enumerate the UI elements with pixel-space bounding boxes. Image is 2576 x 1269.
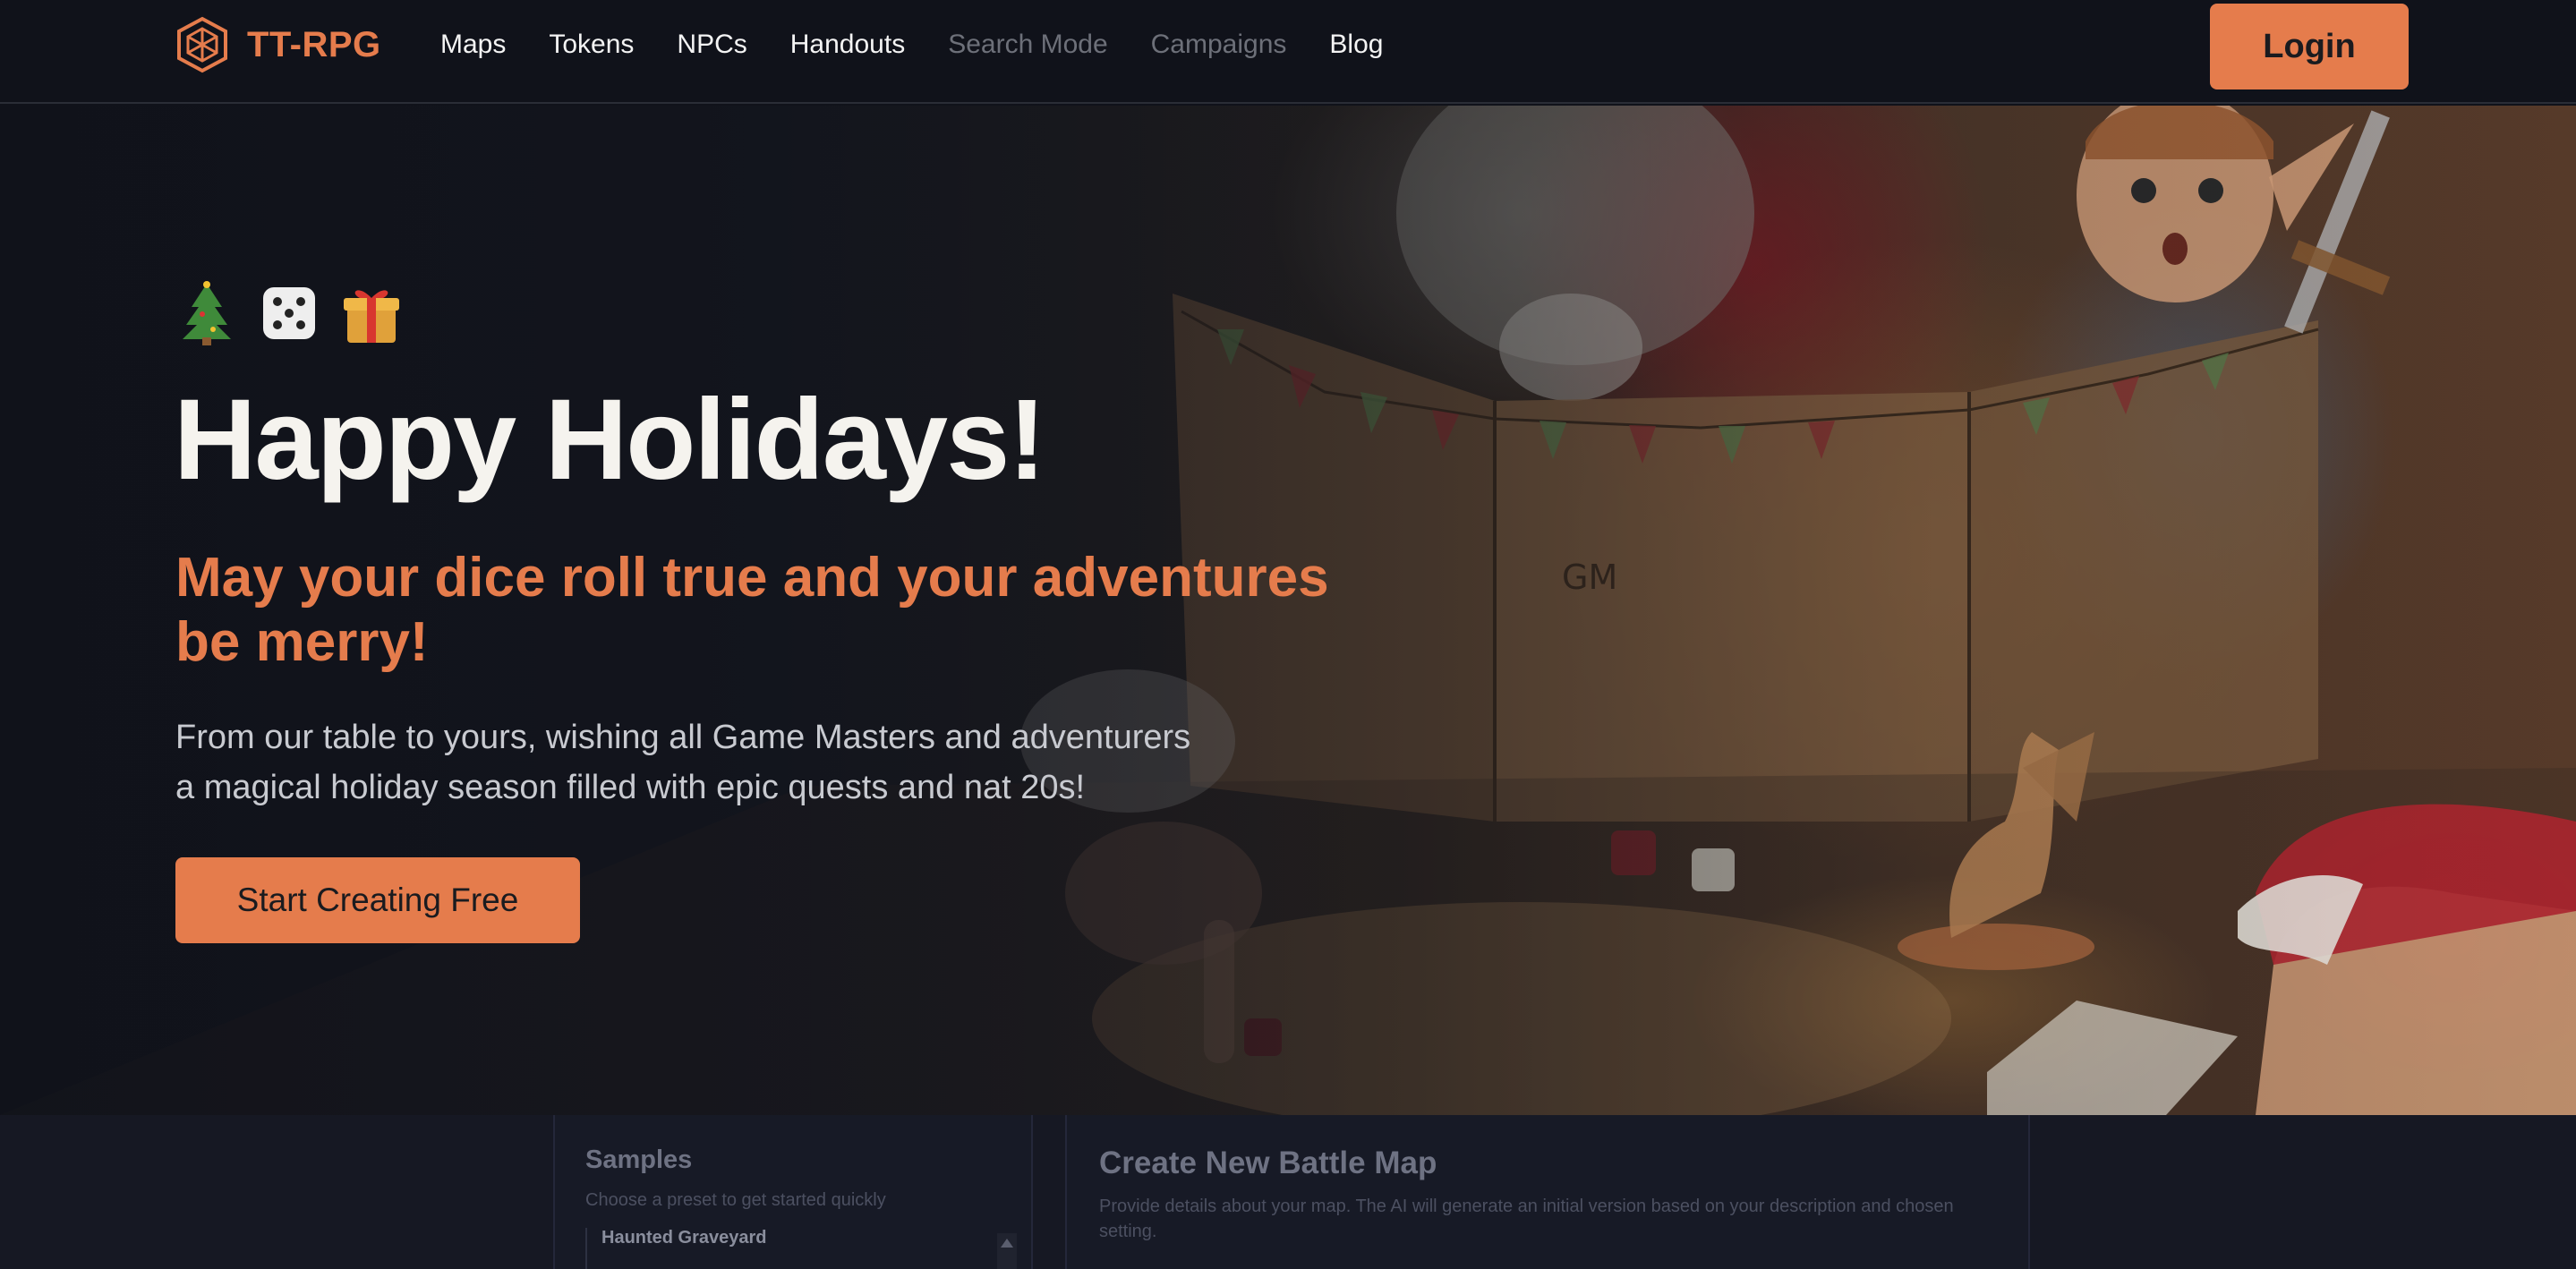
samples-title: Samples [585, 1146, 693, 1174]
scroll-up-icon[interactable] [997, 1233, 1017, 1269]
hero-title: Happy Holidays! [174, 376, 1046, 504]
hero-subtitle: May your dice roll true and your adventu… [175, 547, 1329, 673]
create-map-panel: Create New Battle Map Provide details ab… [1065, 1115, 2030, 1269]
top-navbar: TT-RPG Maps Tokens NPCs Handouts Search … [0, 0, 2576, 104]
hero-description-line-1: From our table to yours, wishing all Gam… [175, 719, 1191, 756]
holiday-emojis [175, 280, 403, 346]
nav-link-blog[interactable]: Blog [1329, 30, 1383, 60]
samples-subtitle: Choose a preset to get started quickly [585, 1190, 886, 1210]
nav-link-search-mode[interactable]: Search Mode [948, 30, 1107, 60]
login-button[interactable]: Login [2210, 4, 2409, 89]
hero-description: From our table to yours, wishing all Gam… [175, 712, 1339, 813]
sample-item-haunted-graveyard[interactable]: Haunted Graveyard [585, 1228, 1015, 1269]
samples-panel: Samples Choose a preset to get started q… [553, 1115, 1033, 1269]
nav-link-tokens[interactable]: Tokens [549, 30, 634, 60]
nav-link-campaigns[interactable]: Campaigns [1151, 30, 1287, 60]
nav-link-maps[interactable]: Maps [440, 30, 506, 60]
christmas-tree-icon [183, 281, 231, 345]
create-map-description: Provide details about your map. The AI w… [1099, 1197, 1954, 1241]
nav-link-handouts[interactable]: Handouts [790, 30, 905, 60]
create-map-title: Create New Battle Map [1099, 1146, 1437, 1180]
brand-logo[interactable]: TT-RPG [175, 16, 381, 73]
nav-link-npcs[interactable]: NPCs [677, 30, 746, 60]
brand-name: TT-RPG [247, 24, 381, 64]
gift-icon [344, 290, 399, 343]
start-creating-button[interactable]: Start Creating Free [175, 857, 580, 943]
hexagon-logo-icon [177, 16, 227, 73]
dice-icon [263, 287, 315, 339]
hero-description-line-2: a magical holiday season filled with epi… [175, 769, 1086, 806]
nav-links: Maps Tokens NPCs Handouts Search Mode Ca… [440, 30, 1383, 60]
hero-section: GM [0, 106, 2576, 1115]
app-preview: Samples Choose a preset to get started q… [0, 1115, 2576, 1269]
